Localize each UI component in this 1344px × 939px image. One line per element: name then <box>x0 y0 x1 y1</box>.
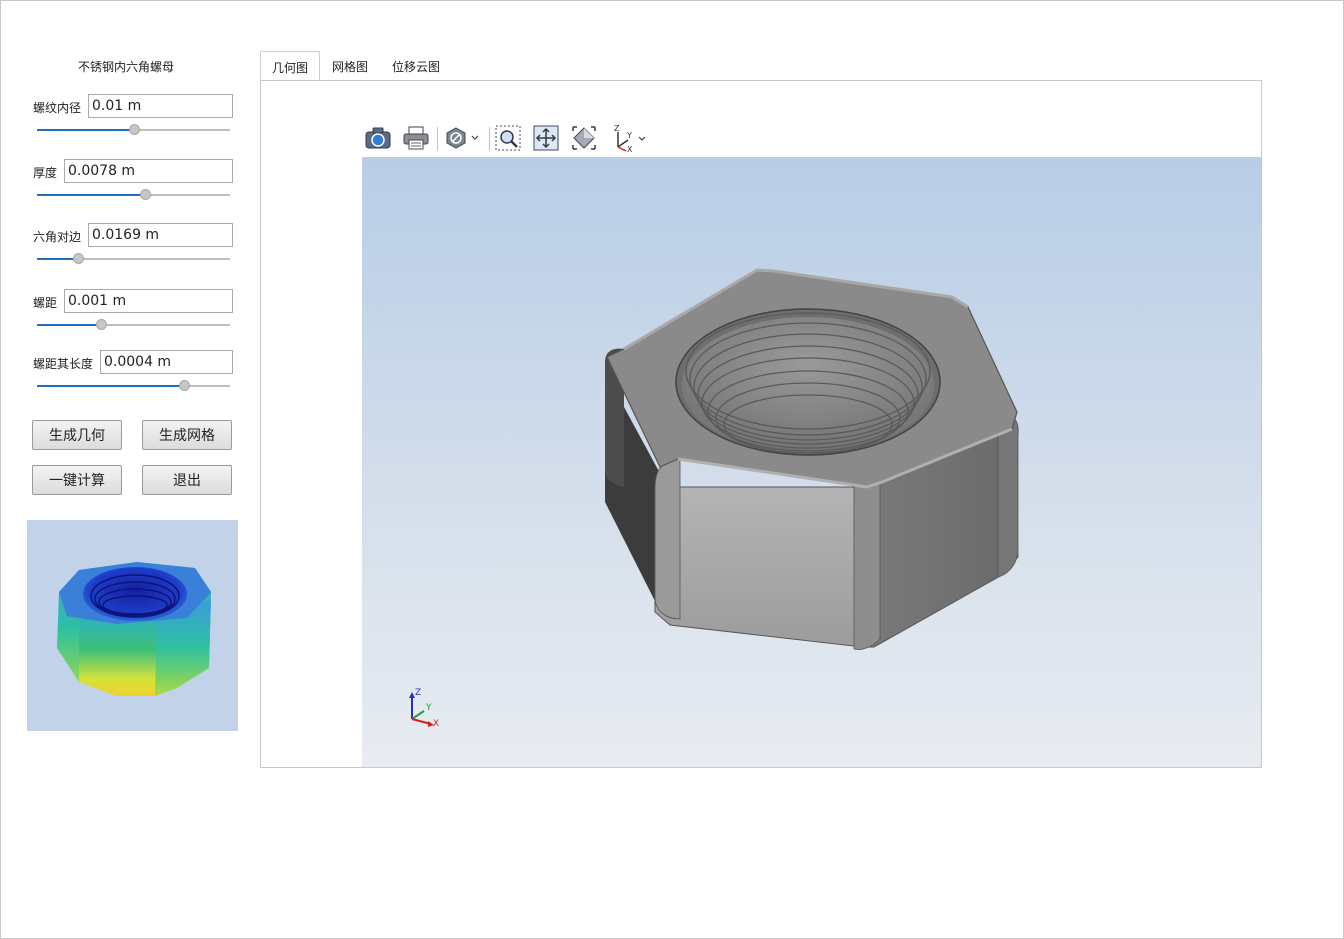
pitch-input[interactable] <box>64 289 233 313</box>
svg-text:X: X <box>627 145 633 153</box>
slider-thumb[interactable] <box>178 380 190 391</box>
hex-flats-slider[interactable] <box>37 253 230 265</box>
triad-y-label: Y <box>425 703 432 713</box>
triad-z-label: Z <box>415 688 421 698</box>
thread-diameter-slider[interactable] <box>37 124 230 136</box>
display-mode-icon[interactable] <box>441 123 481 153</box>
camera-icon[interactable] <box>363 123 393 153</box>
tab-mesh[interactable]: 网格图 <box>320 51 380 81</box>
slider-thumb[interactable] <box>72 253 84 264</box>
pitch-length-input[interactable] <box>100 350 233 374</box>
displacement-preview-image <box>27 520 238 731</box>
param-label-pitch-length: 螺距其长度 <box>33 357 94 371</box>
hex-flats-input[interactable] <box>88 223 233 247</box>
param-label-hex-flats: 六角对边 <box>33 230 82 244</box>
print-icon[interactable] <box>401 123 431 153</box>
tab-displacement[interactable]: 位移云图 <box>380 51 452 81</box>
exit-button[interactable]: 退出 <box>142 465 232 495</box>
axis-triad: Z Y X <box>406 686 446 730</box>
param-label-pitch: 螺距 <box>33 296 58 310</box>
3d-viewport[interactable] <box>362 157 1261 767</box>
param-label-thickness: 厚度 <box>33 166 58 180</box>
hex-nut-model <box>605 268 1019 650</box>
slider-thumb[interactable] <box>128 124 140 135</box>
svg-text:Z: Z <box>614 124 620 133</box>
thread-diameter-input[interactable] <box>88 94 233 118</box>
generate-geometry-button[interactable]: 生成几何 <box>32 420 122 450</box>
param-label-thread-diameter: 螺纹内径 <box>33 101 82 115</box>
zoom-box-icon[interactable] <box>493 123 523 153</box>
view-tabs: 几何图 网格图 位移云图 <box>260 51 452 82</box>
tab-geometry[interactable]: 几何图 <box>260 51 321 82</box>
thickness-slider[interactable] <box>37 189 230 201</box>
panel-title: 不锈钢内六角螺母 <box>77 60 174 74</box>
generate-mesh-button[interactable]: 生成网格 <box>142 420 232 450</box>
view-cube-icon[interactable] <box>569 123 599 153</box>
one-click-compute-button[interactable]: 一键计算 <box>32 465 122 495</box>
thickness-input[interactable] <box>64 159 233 183</box>
svg-text:Y: Y <box>626 131 632 140</box>
pitch-length-slider[interactable] <box>37 380 230 392</box>
axis-view-icon[interactable]: ZYX <box>607 123 649 153</box>
slider-thumb[interactable] <box>140 189 152 200</box>
main-window: 不锈钢内六角螺母 螺纹内径 厚度 六角对边 螺距 螺距其长度 生成几何 生成网格… <box>0 0 1344 939</box>
triad-x-label: X <box>433 719 439 729</box>
pitch-slider[interactable] <box>37 319 230 331</box>
fit-all-icon[interactable] <box>531 123 561 153</box>
slider-thumb[interactable] <box>95 319 107 330</box>
viewer-toolbar: ZYX <box>361 121 1261 155</box>
